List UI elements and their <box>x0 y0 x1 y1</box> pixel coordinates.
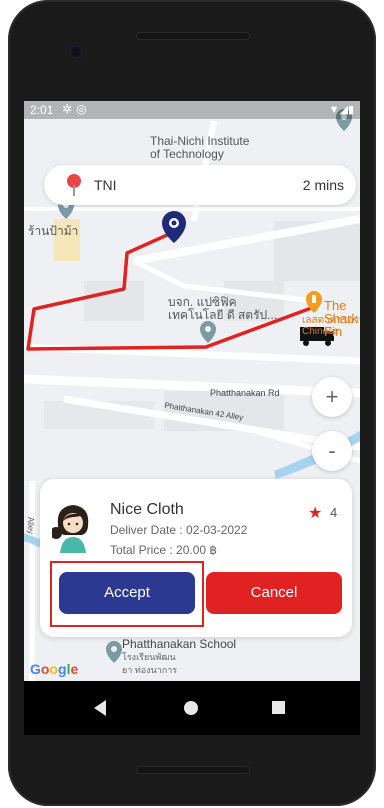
system-nav-bar <box>24 681 360 735</box>
status-icons: ✲◎ <box>62 102 91 116</box>
status-right-icons: ▼◢▮ <box>329 103 354 116</box>
total-price: Total Price : 20.00 ฿ <box>110 543 218 557</box>
signal-icon: ◢ <box>339 104 348 116</box>
earpiece <box>136 32 250 40</box>
destination-name: TNI <box>94 177 117 193</box>
cancel-button[interactable]: Cancel <box>206 572 342 614</box>
eta-text: 2 mins <box>302 177 344 193</box>
wifi-icon: ▼ <box>328 104 340 116</box>
map-label-company: บจก. แปซิฟิค เทคโนโลยี ดี สตรัป... <box>168 295 278 322</box>
map-label-school: Phatthanakan School <box>122 637 237 651</box>
rating-value: 4 <box>330 505 338 520</box>
order-card: Nice Cloth Deliver Date : 02-03-2022 Tot… <box>40 479 352 637</box>
map-label-road: Phatthanakan Rd <box>210 388 280 398</box>
home-icon[interactable] <box>184 701 198 715</box>
camera-lens <box>68 44 84 60</box>
zoom-in-button[interactable]: + <box>312 377 352 417</box>
google-logo: Google <box>30 661 79 677</box>
battery-icon: ▮ <box>347 104 354 116</box>
item-name: Nice Cloth <box>110 501 184 518</box>
circle-icon: ◎ <box>76 102 91 116</box>
destination-bar[interactable]: TNI 2 mins <box>44 165 356 205</box>
map-label-restaurant-sub: เลสตาคารอาหารจีน Chinese <box>302 315 360 337</box>
location-pin-icon <box>67 174 81 196</box>
bottom-speaker <box>136 766 250 774</box>
recent-apps-icon[interactable] <box>272 701 285 714</box>
app-screen: Thai-Nichi Institute of Technology ร้านป… <box>24 101 360 735</box>
map-label-institute: Thai-Nichi Institute of Technology <box>150 134 250 161</box>
deliver-date: Deliver Date : 02-03-2022 <box>110 523 248 537</box>
map-label-school-sub: โรงเรียนพัฒน ยา ท่องนาการ <box>122 652 178 675</box>
status-time: 2:01 <box>30 103 54 117</box>
status-bar: 2:01 ✲◎ ▼◢▮ <box>24 101 360 119</box>
accept-button[interactable]: Accept <box>59 572 195 614</box>
map-label-shop: ร้านป้าม้า <box>28 224 79 238</box>
map-label-side-road: Alley <box>26 516 36 535</box>
zoom-out-button[interactable]: - <box>312 431 352 471</box>
back-icon[interactable] <box>94 700 106 716</box>
avatar <box>52 505 89 553</box>
gear-icon: ✲ <box>62 102 77 116</box>
star-icon: ★ <box>308 505 323 522</box>
